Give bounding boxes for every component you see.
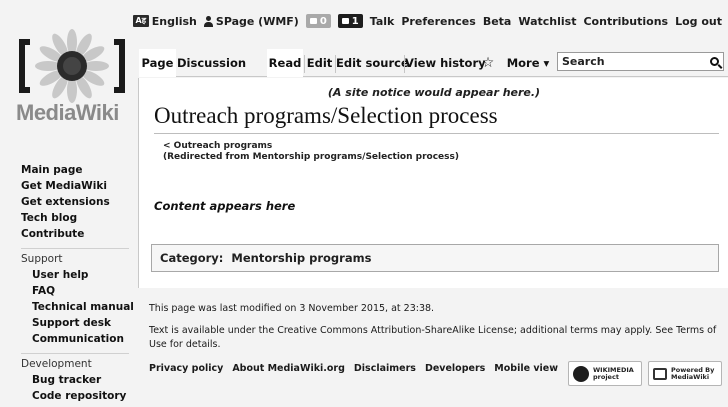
sidebar-item-support-desk[interactable]: Support desk (21, 315, 135, 331)
sidebar-main-section: Main page Get MediaWiki Get extensions Tech… (0, 162, 135, 242)
sidebar-item-code-repository[interactable]: Code repository (21, 388, 135, 404)
category-box: Category: Mentorship programs (151, 244, 719, 272)
title-divider (154, 133, 719, 134)
wikimedia-logo-icon (573, 365, 589, 382)
sidebar-item-get-mediawiki[interactable]: Get MediaWiki (21, 178, 135, 194)
category-label[interactable]: Category: (160, 251, 223, 265)
footer: This page was last modified on 3 Novembe… (149, 302, 724, 374)
sidebar-heading-support[interactable]: Support (0, 251, 135, 267)
tab-view-history[interactable]: View history (405, 49, 486, 77)
mediawiki-logo-icon (653, 367, 667, 380)
sidebar-support-section: User help FAQ Technical manual Support desk… (0, 267, 135, 347)
tray-icon (341, 18, 349, 24)
sidebar-heading-development[interactable]: Development (0, 356, 135, 372)
body-text: Content appears here (154, 199, 296, 213)
alerts-badge[interactable]: 0 (305, 14, 331, 28)
logo-wordmark: MediaWiki (16, 100, 119, 125)
footer-link-mobile-view[interactable]: Mobile view (494, 363, 558, 374)
sidebar-item-technical-manual[interactable]: Technical manual (21, 299, 135, 315)
personal-tools: Aह English SPage (WMF) 0 1 Talk Preferen… (132, 14, 722, 28)
alerts-count: 0 (319, 15, 327, 27)
wikimedia-project-badge[interactable]: WIKIMEDIA project (568, 361, 642, 386)
sidebar-divider (21, 248, 129, 249)
sidebar: Main page Get MediaWiki Get extensions Tech… (0, 162, 135, 404)
language-icon: Aह (132, 15, 149, 27)
tab-page[interactable]: Page (139, 49, 176, 77)
user-icon (203, 15, 213, 27)
powered-by-mediawiki-badge[interactable]: Powered By MediaWiki (648, 361, 722, 386)
search-icon[interactable] (710, 57, 719, 66)
language-label: English (151, 14, 197, 28)
page-content: (A site notice would appear here.) Outre… (138, 78, 728, 288)
license-text-line-1: Text is available under the Creative Com… (149, 325, 717, 336)
footer-link-developers[interactable]: Developers (425, 363, 485, 374)
footer-link-disclaimers[interactable]: Disclaimers (354, 363, 416, 374)
sidebar-development-section: Bug tracker Code repository (0, 372, 135, 404)
sidebar-item-faq[interactable]: FAQ (21, 283, 135, 299)
page-title: Outreach programs/Selection process (154, 103, 498, 128)
sidebar-item-contribute[interactable]: Contribute (21, 226, 135, 242)
sidebar-item-bug-tracker[interactable]: Bug tracker (21, 372, 135, 388)
beta-link[interactable]: Beta (483, 15, 512, 28)
talk-link[interactable]: Talk (370, 15, 395, 28)
sidebar-item-user-help[interactable]: User help (21, 267, 135, 283)
sidebar-item-tech-blog[interactable]: Tech blog (21, 210, 135, 226)
more-menu-button[interactable]: More ▾ (503, 49, 553, 77)
search-input[interactable]: Search (557, 52, 724, 71)
sidebar-divider (21, 353, 129, 354)
logout-link[interactable]: Log out (675, 15, 722, 28)
preferences-link[interactable]: Preferences (401, 15, 475, 28)
search-placeholder: Search (562, 55, 605, 68)
site-logo[interactable]: MediaWiki (12, 28, 130, 128)
sidebar-item-get-extensions[interactable]: Get extensions (21, 194, 135, 210)
footer-links: Privacy policy About MediaWiki.org Disclai… (149, 363, 558, 374)
tab-read[interactable]: Read (267, 49, 303, 77)
category-link[interactable]: Mentorship programs (231, 251, 371, 265)
contributions-link[interactable]: Contributions (583, 15, 668, 28)
powered-by-name: MediaWiki (671, 372, 710, 381)
last-modified: This page was last modified on 3 Novembe… (149, 303, 435, 314)
wikimedia-badge-sub: project (593, 372, 619, 381)
license-text-line-2: Use for details. (149, 339, 221, 350)
sunflower-icon (19, 29, 125, 103)
parent-page-link[interactable]: < Outreach programs (163, 141, 272, 152)
notices-badge[interactable]: 1 (337, 14, 363, 28)
watchlist-link[interactable]: Watchlist (518, 15, 576, 28)
username-label: SPage (WMF) (215, 14, 299, 28)
footer-icons: WIKIMEDIA project Powered By MediaWiki (568, 361, 722, 386)
footer-link-privacy-policy[interactable]: Privacy policy (149, 363, 223, 374)
watch-star-icon[interactable]: ☆ (479, 49, 497, 77)
tab-edit-source[interactable]: Edit source (336, 49, 409, 77)
redirect-note: (Redirected from Mentorship programs/Sel… (163, 152, 459, 162)
sidebar-item-communication[interactable]: Communication (21, 331, 135, 347)
tab-discussion[interactable]: Discussion (177, 49, 246, 77)
site-notice: (A site notice would appear here.) (327, 86, 541, 99)
bell-icon (309, 18, 317, 24)
footer-link-about-mediawiki-org[interactable]: About MediaWiki.org (232, 363, 345, 374)
tab-edit[interactable]: Edit (305, 49, 334, 77)
sidebar-item-main-page[interactable]: Main page (21, 162, 135, 178)
notices-count: 1 (351, 15, 359, 27)
user-page-link[interactable]: SPage (WMF) (203, 14, 299, 28)
language-selector[interactable]: Aह English (132, 14, 197, 28)
